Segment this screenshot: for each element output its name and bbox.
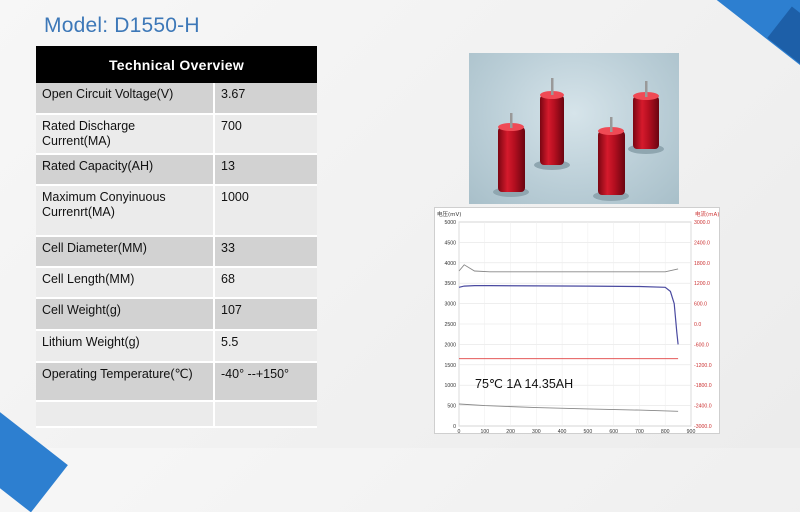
spec-label: Cell Length(MM): [36, 267, 215, 299]
table-row: Rated Capacity(AH) 13: [36, 154, 317, 186]
spec-value: 13: [214, 154, 317, 186]
y-tick-label: 3000: [444, 302, 456, 308]
y2-tick-label: -2400.0: [694, 404, 712, 410]
y2-tick-label: -600.0: [694, 342, 709, 348]
spec-label: Maximum Conyinuous Currenrt(MA): [36, 185, 215, 237]
chart-annotation: 75℃ 1A 14.35AH: [475, 377, 573, 391]
y-tick-label: 0: [453, 424, 456, 430]
spec-label: Rated Capacity(AH): [36, 154, 215, 186]
y2-tick-label: 0.0: [694, 322, 701, 328]
y-tick-label: 5000: [444, 220, 456, 226]
battery-cells-photo: [469, 53, 679, 204]
spec-value: 1000: [214, 185, 317, 237]
y-tick-label: 2500: [444, 322, 456, 328]
table-row: Cell Weight(g) 107: [36, 298, 317, 331]
battery-cell-icon: [493, 113, 529, 197]
battery-cell-icon: [628, 81, 664, 154]
y-tick-label: 4000: [444, 261, 456, 267]
x-tick-label: 300: [532, 429, 541, 433]
y2-tick-label: -3000.0: [694, 424, 712, 430]
spec-label: [36, 401, 215, 428]
x-tick-label: 100: [480, 429, 489, 433]
spec-label: Operating Temperature(℃): [36, 362, 215, 402]
spec-label: Cell Diameter(MM): [36, 236, 215, 268]
left-axis-title: 电压(mV): [437, 210, 461, 218]
y-tick-label: 2000: [444, 342, 456, 348]
battery-cell-icon: [593, 117, 629, 201]
y-tick-label: 4500: [444, 240, 456, 246]
x-tick-label: 700: [635, 429, 644, 433]
battery-cell-icon: [534, 78, 570, 170]
spec-table: Technical Overview Open Circuit Voltage(…: [36, 46, 317, 428]
spec-label: Lithium Weight(g): [36, 330, 215, 363]
x-tick-label: 800: [661, 429, 670, 433]
spec-value: 700: [214, 114, 317, 155]
y-tick-label: 3500: [444, 281, 456, 287]
spec-value: [214, 401, 317, 428]
y2-tick-label: 3000.0: [694, 220, 710, 226]
spec-label: Cell Weight(g): [36, 298, 215, 331]
spec-value: -40° --+150°: [214, 362, 317, 402]
x-tick-label: 0: [458, 429, 461, 433]
spec-value: 3.67: [214, 83, 317, 115]
table-row: Lithium Weight(g) 5.5: [36, 330, 317, 363]
y2-tick-label: 1800.0: [694, 261, 710, 267]
y2-tick-label: 2400.0: [694, 240, 710, 246]
table-row: Cell Diameter(MM) 33: [36, 236, 317, 268]
slide-title: Model: D1550-H: [44, 14, 200, 37]
table-row: Cell Length(MM) 68: [36, 267, 317, 299]
spec-label: Rated Discharge Current(MA): [36, 114, 215, 155]
spec-label: Open Circuit Voltage(V): [36, 83, 215, 115]
table-header: Technical Overview: [36, 46, 317, 83]
table-row: [36, 401, 317, 428]
y2-tick-label: -1200.0: [694, 363, 712, 369]
spec-value: 33: [214, 236, 317, 268]
x-tick-label: 200: [506, 429, 515, 433]
table-row: Operating Temperature(℃) -40° --+150°: [36, 362, 317, 402]
x-tick-label: 900: [687, 429, 696, 433]
spec-value: 68: [214, 267, 317, 299]
table-row: Maximum Conyinuous Currenrt(MA) 1000: [36, 185, 317, 237]
y-tick-label: 1500: [444, 363, 456, 369]
y-tick-label: 500: [447, 404, 456, 410]
y2-tick-label: -1800.0: [694, 383, 712, 389]
spec-value: 107: [214, 298, 317, 331]
y2-tick-label: 1200.0: [694, 281, 710, 287]
right-axis-title: 电流(mA): [695, 210, 719, 218]
x-tick-label: 400: [558, 429, 567, 433]
spec-value: 5.5: [214, 330, 317, 363]
x-tick-label: 500: [584, 429, 593, 433]
y2-tick-label: 600.0: [694, 302, 707, 308]
x-tick-label: 600: [609, 429, 618, 433]
discharge-chart: 0 500 1000 1500 2000 2500 3000 3500 4000 4500 5000…: [434, 207, 720, 435]
table-row: Open Circuit Voltage(V) 3.67: [36, 83, 317, 115]
table-row: Rated Discharge Current(MA) 700: [36, 114, 317, 155]
y-tick-label: 1000: [444, 383, 456, 389]
